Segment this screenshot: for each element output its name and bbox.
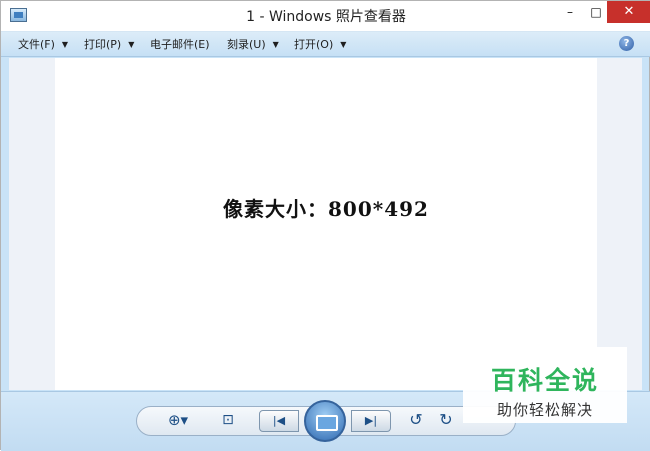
menu-email[interactable]: 电子邮件(E) <box>150 36 210 52</box>
help-icon[interactable]: ? <box>619 36 634 51</box>
rotate-counterclockwise-icon[interactable]: ↺ <box>406 411 426 429</box>
menu-burn-label: 刻录(U) <box>227 38 266 51</box>
minimize-button[interactable]: – <box>557 1 583 23</box>
watermark: 百科全说 助你轻松解决 <box>463 347 627 423</box>
menu-email-label: 电子邮件(E) <box>150 38 210 51</box>
menu-print-label: 打印(P) <box>84 38 122 51</box>
menu-burn[interactable]: 刻录(U) ▼ <box>227 36 279 52</box>
next-button[interactable]: ▶| <box>351 410 391 432</box>
menu-bar: 文件(F) ▼ 打印(P) ▼ 电子邮件(E) 刻录(U) ▼ 打开(O) ▼ ? <box>1 31 650 57</box>
title-bar: 1 - Windows 照片查看器 – □ ✕ <box>1 1 650 31</box>
photo-viewer-window: 1 - Windows 照片查看器 – □ ✕ 文件(F) ▼ 打印(P) ▼ 电子… <box>0 0 650 451</box>
photo-text: 像素大小：800*492 <box>223 197 429 221</box>
rotate-clockwise-icon[interactable]: ↻ <box>436 411 456 429</box>
slideshow-button[interactable] <box>304 400 346 442</box>
image-view-area: 像素大小：800*492 <box>9 58 642 390</box>
actual-size-icon[interactable]: ⊡ <box>217 411 239 429</box>
zoom-icon[interactable]: ⊕▾ <box>163 411 193 429</box>
maximize-button[interactable]: □ <box>583 1 609 23</box>
close-button[interactable]: ✕ <box>607 1 650 23</box>
photo-canvas: 像素大小：800*492 <box>55 58 597 390</box>
watermark-main-text: 百科全说 <box>490 366 599 395</box>
chevron-down-icon: ▼ <box>340 40 347 49</box>
previous-button[interactable]: |◀ <box>259 410 299 432</box>
menu-open-label: 打开(O) <box>294 38 334 51</box>
chevron-down-icon: ▼ <box>61 40 69 49</box>
watermark-sub-text: 助你轻松解决 <box>496 401 593 419</box>
chevron-down-icon: ▼ <box>128 40 135 49</box>
chevron-down-icon: ▼ <box>272 40 279 49</box>
menu-file-label: 文件(F) <box>18 38 55 51</box>
window-title: 1 - Windows 照片查看器 <box>246 9 406 25</box>
menu-print[interactable]: 打印(P) ▼ <box>84 36 134 52</box>
menu-open[interactable]: 打开(O) ▼ <box>294 36 346 52</box>
menu-file[interactable]: 文件(F) ▼ <box>18 36 68 52</box>
